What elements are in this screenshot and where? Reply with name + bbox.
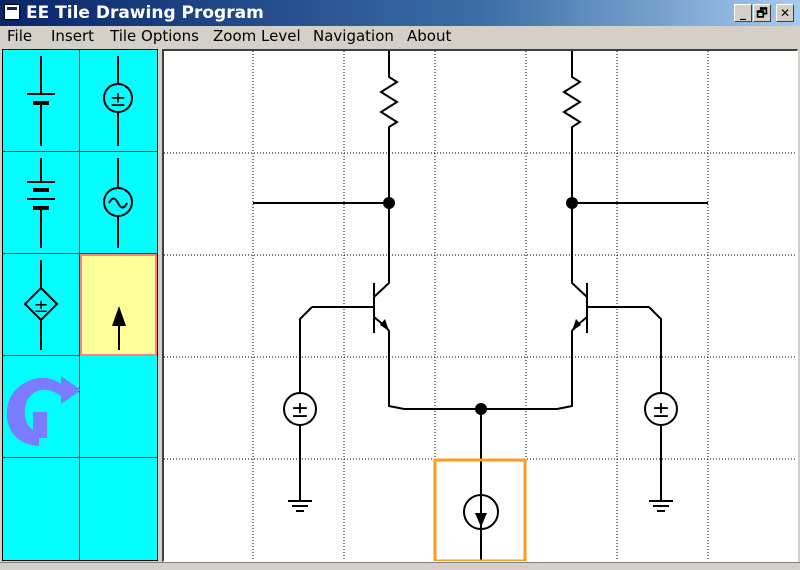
menu-bar: File Insert Tile Options Zoom Level Navi… — [0, 26, 800, 47]
palette-dc-sign: ± — [110, 87, 127, 111]
menu-tile-options[interactable]: Tile Options — [110, 27, 199, 45]
dc-voltage-source-icon: ± — [103, 56, 133, 146]
palette-tile-current-source-selected[interactable] — [80, 254, 157, 356]
menu-zoom-level[interactable]: Zoom Level — [213, 27, 301, 45]
junction-dot — [475, 403, 487, 415]
battery-multi-cell-icon — [27, 158, 55, 248]
resistor-left[interactable] — [379, 51, 399, 203]
source-left-sign: ± — [291, 398, 309, 423]
palette-tile-dependent-source[interactable]: ± — [3, 254, 80, 356]
emitter-arrow-left — [380, 319, 389, 331]
junction-dot — [566, 197, 578, 209]
menu-navigation[interactable]: Navigation — [313, 27, 394, 45]
emitter-arrow-right — [572, 319, 581, 331]
resistor-right[interactable] — [562, 51, 582, 203]
palette-tile-empty[interactable] — [80, 356, 157, 458]
palette-tile-empty[interactable] — [80, 458, 157, 560]
junction-dot — [383, 197, 395, 209]
palette-dependent-sign: ± — [33, 296, 48, 317]
palette-tile-rotate[interactable] — [3, 356, 80, 458]
palette-tile-battery[interactable] — [3, 50, 80, 152]
menu-file[interactable]: File — [7, 27, 32, 45]
palette-tile-dc-source[interactable]: ± — [80, 50, 157, 152]
palette-tile-empty[interactable] — [3, 458, 80, 560]
restore-button[interactable]: 🗗 — [753, 4, 771, 22]
menu-insert[interactable]: Insert — [51, 27, 94, 45]
title-bar: EE Tile Drawing Program _ 🗗 ✕ — [0, 0, 800, 26]
rotate-arrow-icon — [6, 376, 80, 446]
current-source-up-icon — [112, 306, 126, 350]
tile-palette: ± ± — [2, 49, 158, 561]
current-source-arrow-icon — [475, 513, 487, 527]
app-icon[interactable] — [4, 4, 20, 20]
palette-tile-multicell-battery[interactable] — [3, 152, 80, 254]
minimize-button[interactable]: _ — [734, 4, 752, 22]
close-button[interactable]: ✕ — [776, 4, 794, 22]
menu-about[interactable]: About — [407, 27, 451, 45]
source-right-sign: ± — [652, 398, 670, 423]
schematic-drawing: ± ± — [164, 51, 797, 561]
dependent-voltage-source-icon: ± — [23, 260, 59, 350]
drawing-canvas[interactable]: ± ± — [162, 49, 798, 562]
battery-single-icon — [27, 56, 55, 146]
transistor-left[interactable] — [312, 203, 405, 410]
ac-voltage-source-icon — [103, 158, 133, 248]
transistor-right[interactable] — [556, 203, 649, 410]
window-title: EE Tile Drawing Program — [26, 3, 264, 23]
palette-tile-ac-source[interactable] — [80, 152, 157, 254]
